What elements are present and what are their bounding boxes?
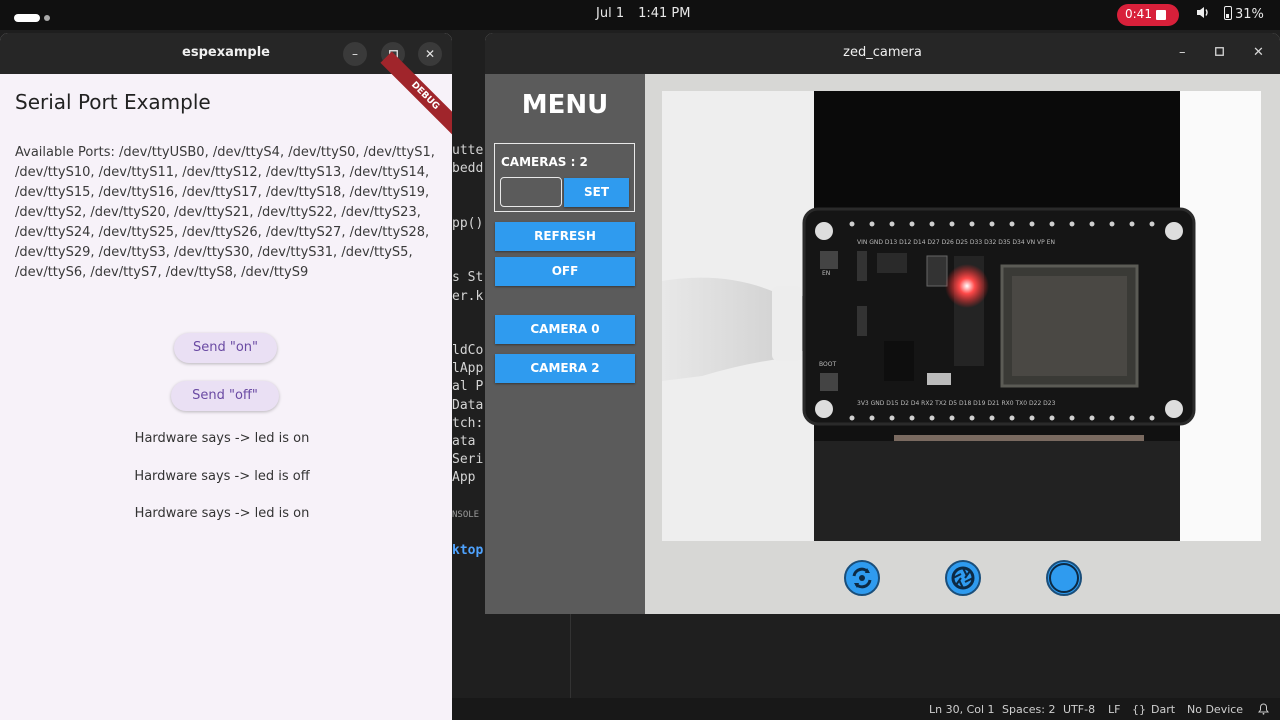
menu-title: MENU [521, 90, 609, 120]
language-mode[interactable]: Dart [1151, 703, 1175, 716]
log-line-1: Hardware says -> led is on [134, 431, 310, 446]
code-line: pp() [452, 215, 484, 231]
encoding[interactable]: UTF-8 [1063, 703, 1095, 716]
log-line-3: Hardware says -> led is on [134, 506, 310, 521]
send-off-button[interactable]: Send "off" [171, 381, 279, 411]
desktop: Jul 1 1:41 PM 0:41 31% utte bedd pp() s St er… [0, 0, 1280, 720]
date-label: Jul 1 [596, 6, 625, 21]
switch-camera-icon[interactable] [843, 559, 881, 597]
code-line: App [452, 470, 476, 486]
line-ending[interactable]: LF [1108, 703, 1120, 716]
editor-divider [570, 614, 571, 704]
espexample-window: espexample – ✕ DEBUG Serial Port Example… [0, 33, 452, 720]
close-icon[interactable]: ✕ [418, 42, 442, 66]
activities-indicator[interactable] [14, 11, 50, 26]
battery-status[interactable]: 31% [1224, 6, 1264, 22]
set-button[interactable]: SET [564, 178, 629, 207]
time-label: 1:41 PM [638, 6, 691, 21]
cameras-count-label: CAMERAS : 2 [501, 155, 588, 169]
board-silkscreen-top: VIN GND D13 D12 D14 D27 D26 D25 D33 D32 … [857, 239, 1055, 246]
editor-status-bar: Ln 30, Col 1 Spaces: 2 UTF-8 LF {} Dart … [452, 698, 1280, 720]
espexample-titlebar[interactable]: espexample – ✕ [0, 33, 452, 74]
notifications-bell-icon[interactable] [1258, 703, 1269, 718]
camera-2-button[interactable]: CAMERA 2 [495, 354, 635, 383]
screen-recording-indicator[interactable]: 0:41 [1117, 4, 1179, 26]
window-title: zed_camera [843, 45, 922, 60]
camera-0-button[interactable]: CAMERA 0 [495, 315, 635, 344]
code-line: ldCo [452, 343, 484, 359]
board-silkscreen-bottom: 3V3 GND D15 D2 D4 RX2 TX2 D5 D18 D19 D21… [857, 400, 1056, 407]
code-line: NSOLE [452, 509, 480, 520]
zed-camera-titlebar[interactable]: zed_camera – ✕ [485, 33, 1280, 74]
board-label-boot: BOOT [819, 361, 836, 368]
code-line: Seri [452, 452, 484, 468]
language-braces-icon: {} [1132, 703, 1146, 716]
camera-index-input[interactable] [500, 177, 562, 207]
board-label-en: EN [822, 270, 830, 277]
workspace-dot-icon [44, 15, 50, 21]
system-top-bar: Jul 1 1:41 PM 0:41 31% [0, 0, 1280, 30]
indent-spaces[interactable]: Spaces: 2 [1002, 703, 1055, 716]
send-on-button[interactable]: Send "on" [174, 333, 277, 363]
minimize-icon[interactable]: – [1179, 45, 1186, 60]
battery-icon [1224, 6, 1232, 20]
available-ports-text: Available Ports: /dev/ttyUSB0, /dev/ttyS… [15, 145, 435, 280]
close-icon[interactable]: ✕ [1253, 45, 1264, 60]
code-line: lApp [452, 361, 484, 377]
code-line: er.k [452, 288, 484, 304]
code-line: al P [452, 379, 484, 395]
code-line: tch: [452, 415, 484, 431]
code-line: s St [452, 270, 484, 286]
battery-percent: 31% [1235, 7, 1264, 22]
code-line: bedd [452, 161, 484, 177]
record-icon[interactable] [1045, 559, 1083, 597]
code-line: ata [452, 434, 476, 449]
camera-frame-image: VIN GND D13 D12 D14 D27 D26 D25 D33 D32 … [662, 91, 1261, 541]
clock[interactable]: Jul 1 1:41 PM [596, 6, 704, 21]
cursor-position[interactable]: Ln 30, Col 1 [929, 703, 995, 716]
code-line: utte [452, 143, 484, 158]
device-selector[interactable]: No Device [1187, 703, 1243, 716]
log-line-2: Hardware says -> led is off [134, 469, 310, 484]
code-line: Data [452, 397, 484, 413]
stop-recording-icon[interactable] [1156, 10, 1166, 20]
workspace-pill-icon [14, 14, 40, 22]
shutter-icon[interactable] [944, 559, 982, 597]
code-line: ktop [452, 543, 484, 559]
refresh-button[interactable]: REFRESH [495, 222, 635, 251]
zed-camera-window: zed_camera – ✕ MENU CAMERAS : 2 SET REFR… [485, 33, 1280, 614]
recording-time: 0:41 [1125, 7, 1152, 21]
espexample-content: DEBUG Serial Port Example Available Port… [0, 51, 452, 720]
minimize-icon[interactable]: – [343, 42, 367, 66]
page-title: Serial Port Example [15, 90, 211, 114]
volume-icon[interactable] [1196, 6, 1210, 23]
cameras-box: CAMERAS : 2 SET [494, 143, 635, 212]
off-button[interactable]: OFF [495, 257, 635, 286]
code-lines: utte bedd pp() s St er.k ldCo lApp al P Data tch:… [452, 142, 486, 560]
maximize-icon[interactable] [1215, 45, 1224, 60]
camera-preview: VIN GND D13 D12 D14 D27 D26 D25 D33 D32 … [662, 91, 1261, 541]
camera-menu-panel: MENU CAMERAS : 2 SET REFRESH OFF CAMERA … [485, 74, 645, 614]
